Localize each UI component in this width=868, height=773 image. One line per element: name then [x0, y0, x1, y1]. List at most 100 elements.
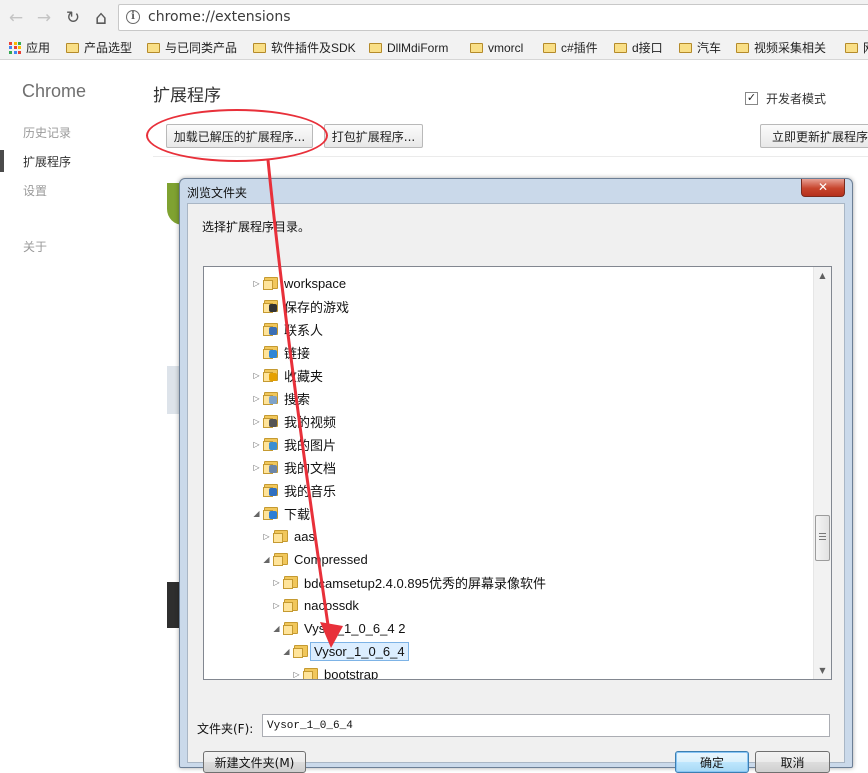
expand-icon[interactable]: ▷: [252, 394, 261, 403]
folder-icon: [679, 42, 692, 53]
folder-icon: [543, 42, 556, 53]
tree-item-label: 我的视频: [284, 414, 337, 430]
tree-item[interactable]: ◢ Compressed: [262, 548, 368, 570]
tree-item[interactable]: ▷ 搜索: [252, 387, 310, 409]
back-icon[interactable]: ←: [4, 6, 28, 30]
bookmark-folder[interactable]: 汽车: [679, 39, 721, 56]
bookmarks-bar: 应用 产品选型 与已同类产品 软件插件及SDK DllMdiForm vmorc…: [0, 36, 868, 60]
bookmark-folder[interactable]: 视频采集相关: [736, 39, 826, 56]
tree-item[interactable]: ▷ aas: [262, 525, 315, 547]
tree-item[interactable]: ▷ 我的图片: [252, 433, 336, 455]
tree-item[interactable]: ◢ 下载: [252, 502, 310, 524]
bookmark-folder[interactable]: DllMdiForm: [369, 39, 448, 56]
tree-item-label: bdcamsetup2.4.0.895优秀的屏幕录像软件: [304, 575, 547, 591]
bookmark-label: 应用: [26, 41, 51, 55]
tree-item[interactable]: 联系人: [252, 318, 323, 340]
tree-item[interactable]: 我的音乐: [252, 479, 336, 501]
tree-item[interactable]: ▷ bdcamsetup2.4.0.895优秀的屏幕录像软件: [272, 571, 546, 593]
reload-icon[interactable]: ↻: [61, 6, 85, 30]
dialog-title: 浏览文件夹: [187, 186, 248, 200]
saved-games-folder-icon: [263, 299, 279, 313]
expand-icon[interactable]: ▷: [252, 417, 261, 426]
tree-item[interactable]: 保存的游戏: [252, 295, 349, 317]
sidebar-title: Chrome: [22, 81, 87, 101]
tree-item[interactable]: ▷ nacossdk: [272, 594, 359, 616]
sidebar-item-history[interactable]: 历史记录: [23, 124, 71, 141]
browse-folder-dialog: 浏览文件夹 ✕ 选择扩展程序目录。 ▷ workspace 保存的游戏联系人链接 ▷ 收…: [179, 178, 853, 773]
collapse-icon[interactable]: ◢: [252, 509, 261, 518]
downloads-folder-icon: [263, 506, 279, 520]
tree-item[interactable]: ▷ workspace: [252, 272, 346, 294]
bookmark-folder[interactable]: 网: [845, 39, 868, 56]
bookmark-label: 视频采集相关: [754, 41, 827, 55]
checkbox-icon[interactable]: ✓: [745, 92, 758, 105]
vertical-scrollbar[interactable]: ▲ ▼: [813, 267, 831, 679]
tree-item[interactable]: 链接: [252, 341, 310, 363]
folder-icon: [263, 276, 279, 290]
contacts-folder-icon: [263, 322, 279, 336]
documents-folder-icon: [263, 460, 279, 474]
close-icon[interactable]: ✕: [801, 179, 845, 197]
music-folder-icon: [263, 483, 279, 497]
tree-item[interactable]: ▷ 收藏夹: [252, 364, 323, 386]
address-bar[interactable]: i chrome://extensions: [118, 4, 868, 31]
tree-item-label: 联系人: [284, 322, 324, 338]
collapse-icon[interactable]: ◢: [282, 647, 291, 656]
scroll-up-icon[interactable]: ▲: [814, 267, 831, 284]
collapse-icon[interactable]: ◢: [272, 624, 281, 633]
bookmark-folder[interactable]: d接口: [614, 39, 663, 56]
update-extensions-button[interactable]: 立即更新扩展程序: [760, 124, 868, 148]
searches-folder-icon: [263, 391, 279, 405]
bookmark-label: vmorcl: [488, 40, 524, 55]
page-title: 扩展程序: [153, 86, 221, 106]
expand-icon[interactable]: ▷: [252, 440, 261, 449]
bookmark-folder[interactable]: 软件插件及SDK: [253, 39, 356, 56]
tree-item-label: workspace: [284, 275, 347, 291]
tree-item-label: 我的图片: [284, 437, 337, 453]
developer-mode-toggle[interactable]: ✓ 开发者模式: [745, 90, 826, 107]
bookmark-folder[interactable]: vmorcl: [470, 39, 523, 56]
tree-item[interactable]: ▷ 我的视频: [252, 410, 336, 432]
tree-item-label: nacossdk: [304, 597, 359, 613]
dialog-body: 选择扩展程序目录。 ▷ workspace 保存的游戏 联系人 链接 ▷ 收藏夹 ▷ 搜索 ▷ 我的…: [187, 203, 845, 773]
folder-input[interactable]: [262, 714, 830, 737]
bookmark-folder[interactable]: c#插件: [543, 39, 598, 56]
folder-icon: [283, 621, 299, 635]
expand-icon[interactable]: ▷: [252, 463, 261, 472]
collapse-icon[interactable]: ◢: [262, 555, 271, 564]
sidebar-item-extensions[interactable]: 扩展程序: [23, 153, 71, 170]
links-folder-icon: [263, 345, 279, 359]
expand-icon[interactable]: ▷: [252, 279, 261, 288]
expand-icon[interactable]: ▷: [292, 670, 301, 679]
expand-icon[interactable]: ▷: [262, 532, 271, 541]
folder-tree[interactable]: ▷ workspace 保存的游戏 联系人 链接 ▷ 收藏夹 ▷ 搜索 ▷ 我的视频 ▷ 我的图片 ▷ 我的…: [203, 266, 832, 680]
bookmark-folder[interactable]: 与已同类产品: [147, 39, 237, 56]
pack-extension-button[interactable]: 打包扩展程序...: [324, 124, 423, 148]
bookmark-folder[interactable]: 产品选型: [66, 39, 132, 56]
tree-item[interactable]: ▷ 我的文档: [252, 456, 336, 478]
tree-item-label: Vysor_1_0_6_4: [310, 641, 409, 661]
sidebar-item-settings[interactable]: 设置: [23, 182, 47, 199]
expand-icon[interactable]: ▷: [272, 601, 281, 610]
forward-icon[interactable]: →: [32, 6, 56, 30]
tree-item-label: 收藏夹: [284, 368, 324, 384]
bookmark-label: 与已同类产品: [165, 41, 238, 55]
favorites-folder-icon: [263, 368, 279, 382]
sidebar-item-about[interactable]: 关于: [23, 238, 47, 255]
folder-icon: [470, 42, 483, 53]
pictures-folder-icon: [263, 437, 279, 451]
tree-item[interactable]: ◢ Vysor_1_0_6_4 2: [272, 617, 405, 639]
info-icon[interactable]: i: [126, 10, 140, 24]
folder-icon: [253, 42, 266, 53]
home-icon[interactable]: ⌂: [89, 6, 113, 30]
bookmark-apps[interactable]: 应用: [9, 39, 50, 56]
tree-item[interactable]: ◢ Vysor_1_0_6_4: [282, 640, 409, 662]
tree-item-label: Compressed: [294, 551, 368, 567]
expand-icon[interactable]: ▷: [272, 578, 281, 587]
scrollbar-thumb[interactable]: [815, 515, 830, 561]
expand-icon[interactable]: ▷: [252, 371, 261, 380]
scroll-down-icon[interactable]: ▼: [814, 662, 831, 679]
tree-item[interactable]: ▷ bootstrap: [292, 663, 378, 679]
dialog-prompt: 选择扩展程序目录。: [202, 220, 311, 234]
developer-mode-label: 开发者模式: [766, 92, 827, 106]
